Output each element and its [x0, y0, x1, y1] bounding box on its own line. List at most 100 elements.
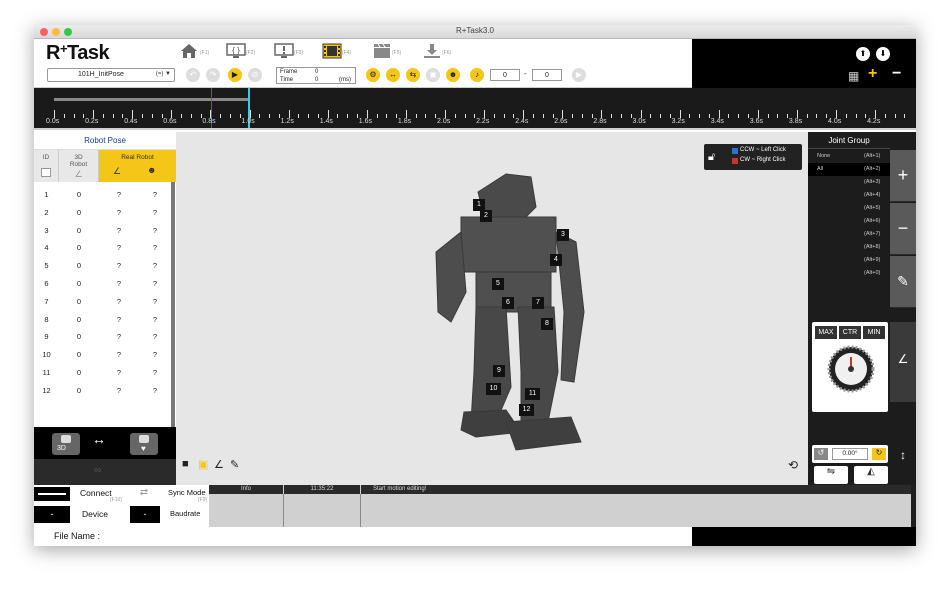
- max-button[interactable]: MAX: [815, 326, 837, 339]
- joint-group-item[interactable]: (Alt+5): [808, 202, 890, 215]
- baudrate-select[interactable]: -: [130, 506, 160, 523]
- joint-label-12[interactable]: 12: [519, 404, 534, 416]
- calendar-button[interactable]: ▦: [848, 69, 859, 83]
- monitor-button[interactable]: (F3): [272, 43, 312, 63]
- robot-pose-scrollbar[interactable]: [171, 182, 175, 432]
- mirror-button[interactable]: ↔: [386, 68, 400, 82]
- table-row[interactable]: 3 0??: [34, 222, 176, 240]
- select-all-checkbox[interactable]: [41, 168, 51, 177]
- sync-toggle[interactable]: ⇄: [130, 487, 158, 501]
- angle-dial[interactable]: [826, 344, 876, 394]
- flip-pose-button[interactable]: ◭: [854, 466, 888, 484]
- joint-group-item[interactable]: (Alt+9): [808, 254, 890, 267]
- table-row[interactable]: 11 0??: [34, 364, 176, 382]
- time-value[interactable]: 0: [315, 77, 318, 83]
- redo-button[interactable]: ↷: [206, 68, 220, 82]
- timeline-tick: [210, 110, 212, 118]
- add-button[interactable]: +: [868, 65, 877, 83]
- timeline-minor-tick: [728, 114, 730, 118]
- joint-group-item[interactable]: (Alt+3): [808, 176, 890, 189]
- table-row[interactable]: 2 0??: [34, 204, 176, 222]
- joint-group-item[interactable]: (Alt+8): [808, 241, 890, 254]
- joint-label-5[interactable]: 5: [492, 278, 504, 290]
- read-position-button[interactable]: ☻: [147, 165, 156, 175]
- angle-button[interactable]: ∠: [214, 458, 224, 471]
- timeline[interactable]: 0.0s 0.2s 0.4s 0.6s 0.8s 1.0s 1.2s 1.4s 1.6s 1.8s…: [34, 88, 916, 130]
- rotation-legend: 🔓︎ CCW ~ Left Click CW ~ Right Click: [704, 144, 802, 170]
- device-select[interactable]: -: [34, 506, 70, 523]
- rotate-cw-button[interactable]: ↻: [872, 448, 886, 460]
- image-button[interactable]: ▣: [426, 68, 440, 82]
- table-row[interactable]: 8 0??: [34, 311, 176, 329]
- joint-group-item[interactable]: All (Alt+2): [808, 163, 890, 176]
- real-robot-button[interactable]: ♥: [130, 433, 158, 455]
- table-row[interactable]: 6 0??: [34, 275, 176, 293]
- timeline-label: 1.0s: [241, 118, 255, 125]
- vertical-resize-tab[interactable]: ↕: [890, 428, 916, 485]
- music-button[interactable]: ♪: [470, 68, 484, 82]
- angle-input[interactable]: 0.00°: [832, 448, 868, 460]
- mirror-pose-button[interactable]: ⇋: [814, 466, 848, 484]
- min-button[interactable]: MIN: [863, 326, 885, 339]
- table-row[interactable]: 12 0??: [34, 382, 176, 400]
- 3d-viewport[interactable]: 🔓︎ CCW ~ Left Click CW ~ Right Click 1 2…: [176, 132, 808, 485]
- joint-label-3[interactable]: 3: [557, 229, 569, 241]
- ctr-button[interactable]: CTR: [839, 326, 861, 339]
- speed-from-input[interactable]: 0: [490, 69, 520, 81]
- table-row[interactable]: 1 0??: [34, 186, 176, 204]
- cube-button[interactable]: ▣: [198, 458, 208, 471]
- joint-label-6[interactable]: 6: [502, 297, 514, 309]
- home-button[interactable]: (F1): [178, 43, 218, 63]
- task-editor-button[interactable]: {} (F2): [224, 43, 264, 63]
- joint-label-4[interactable]: 4: [550, 254, 562, 266]
- stop-button[interactable]: ⊘: [248, 68, 262, 82]
- remove-group-button[interactable]: −: [890, 203, 916, 255]
- connect-button[interactable]: Connect: [80, 488, 112, 498]
- joint-label-9[interactable]: 9: [493, 365, 505, 377]
- speed-to-input[interactable]: 0: [532, 69, 562, 81]
- reset-view-button[interactable]: ⟲: [788, 458, 798, 472]
- table-row[interactable]: 7 0??: [34, 293, 176, 311]
- table-row[interactable]: 9 0??: [34, 328, 176, 346]
- table-row[interactable]: 10 0??: [34, 346, 176, 364]
- group-name: None: [817, 153, 831, 159]
- play-button[interactable]: ▶: [228, 68, 242, 82]
- joint-group-item[interactable]: (Alt+0): [808, 267, 890, 280]
- cell-r2: ?: [152, 207, 158, 217]
- joint-label-2[interactable]: 2: [480, 210, 492, 222]
- motion-file-select[interactable]: 101H_InitPose (=) ▼: [47, 68, 175, 82]
- minus-icon: −: [892, 65, 902, 82]
- joint-group-item[interactable]: (Alt+7): [808, 228, 890, 241]
- timeline-tick: [757, 110, 759, 118]
- add-group-button[interactable]: +: [890, 150, 916, 202]
- rotate-ccw-button[interactable]: ↺: [814, 448, 828, 460]
- timeline-label: 3.2s: [671, 118, 685, 125]
- gear-button[interactable]: ⚙: [366, 68, 380, 82]
- pencil-button[interactable]: ✎: [230, 458, 239, 471]
- swap-button[interactable]: ⇆: [406, 68, 420, 82]
- 3d-robot-button[interactable]: 3D: [52, 433, 80, 455]
- joint-label-11[interactable]: 11: [525, 388, 540, 400]
- robot-face-button[interactable]: ☻: [446, 68, 460, 82]
- joint-group-item[interactable]: (Alt+4): [808, 189, 890, 202]
- robot-model[interactable]: [176, 132, 808, 485]
- motion-editor-button[interactable]: (F4): [320, 43, 360, 63]
- download-button[interactable]: (F6): [420, 43, 460, 63]
- table-row[interactable]: 4 0??: [34, 239, 176, 257]
- angle-tab[interactable]: ∠: [890, 322, 916, 402]
- undo-button[interactable]: ↶: [186, 68, 200, 82]
- joint-label-7[interactable]: 7: [532, 297, 544, 309]
- frame-value[interactable]: 0: [315, 69, 318, 75]
- remove-button[interactable]: −: [892, 65, 901, 83]
- scene-button[interactable]: (F5): [370, 43, 410, 63]
- upload-button[interactable]: ⬆: [856, 47, 870, 61]
- edit-group-button[interactable]: ✎: [890, 256, 916, 308]
- joint-group-item[interactable]: None (Alt+1): [808, 150, 890, 163]
- joint-label-10[interactable]: 10: [486, 383, 501, 395]
- play-music-button[interactable]: ▶: [572, 68, 586, 82]
- joint-group-item[interactable]: (Alt+6): [808, 215, 890, 228]
- camera-button[interactable]: ■: [182, 458, 189, 470]
- table-row[interactable]: 5 0??: [34, 257, 176, 275]
- joint-label-8[interactable]: 8: [541, 318, 553, 330]
- download-robot-button[interactable]: ⬇: [876, 47, 890, 61]
